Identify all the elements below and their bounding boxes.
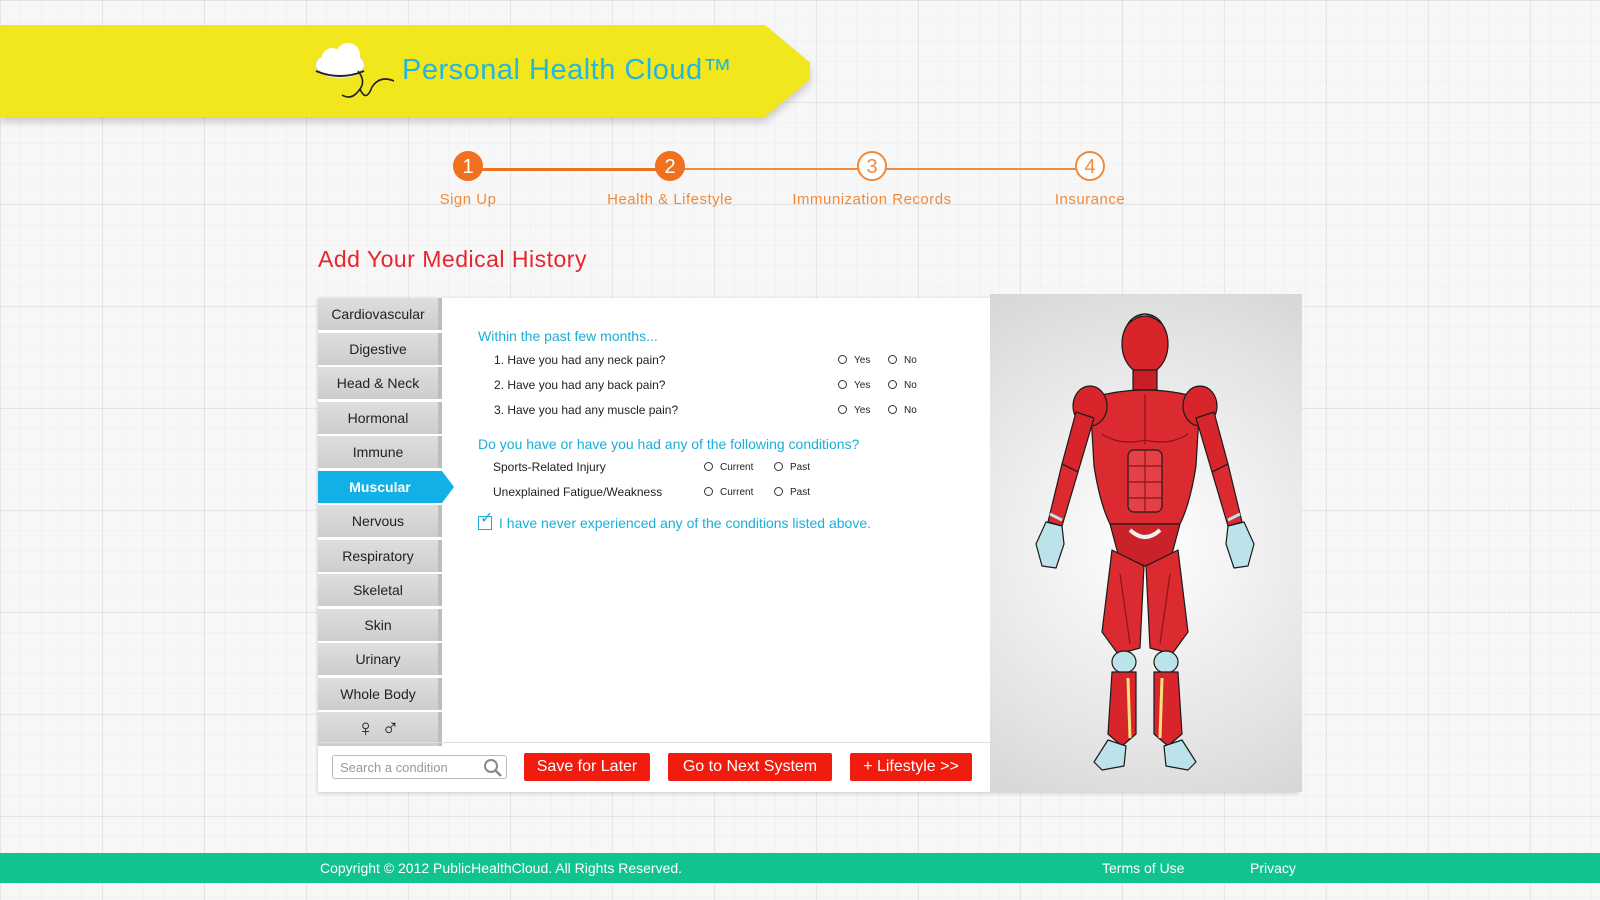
condition-text: Unexplained Fatigue/Weakness (493, 485, 663, 499)
systems-nav: Cardiovascular Digestive Head & Neck Hor… (318, 298, 454, 746)
radio-label: Current (720, 487, 754, 498)
condition-row: Unexplained Fatigue/Weakness Current Pas… (478, 480, 948, 505)
radio-current[interactable]: Current (704, 455, 753, 480)
radio-circle[interactable] (838, 355, 847, 364)
save-for-later-button[interactable]: Save for Later (524, 753, 650, 781)
nav-item-immune[interactable]: Immune (318, 436, 442, 468)
nav-item-nervous[interactable]: Nervous (318, 505, 442, 537)
search-input[interactable] (338, 759, 472, 776)
radio-yes[interactable]: Yes (838, 348, 870, 373)
cloud-stethoscope-icon (315, 43, 395, 98)
nav-item-cardiovascular[interactable]: Cardiovascular (318, 298, 442, 330)
radio-label: Current (720, 462, 754, 473)
step-number: 1 (453, 151, 483, 181)
never-label: I have never experienced any of the cond… (499, 515, 872, 531)
terms-link[interactable]: Terms of Use (1102, 860, 1184, 876)
search-icon[interactable] (483, 758, 503, 778)
question-form: Within the past few months... 1. Have yo… (478, 328, 948, 531)
radio-circle[interactable] (774, 462, 783, 471)
header-banner: Personal Health Cloud™ (0, 25, 810, 117)
radio-circle[interactable] (838, 380, 847, 389)
nav-item-respiratory[interactable]: Respiratory (318, 539, 442, 572)
search-box[interactable] (332, 755, 507, 779)
nav-item-hormonal[interactable]: Hormonal (318, 401, 442, 434)
questions-heading: Within the past few months... (478, 328, 658, 344)
step-number: 4 (1075, 151, 1105, 181)
radio-label: Yes (854, 380, 871, 391)
nav-item-muscular[interactable]: Muscular (318, 470, 454, 503)
radio-current[interactable]: Current (704, 480, 753, 505)
radio-yes[interactable]: Yes (838, 373, 870, 398)
nav-item-skin[interactable]: Skin (318, 608, 442, 641)
radio-label: Past (790, 462, 811, 473)
step-number: 2 (655, 151, 685, 181)
step-label: Health & Lifestyle (607, 191, 733, 208)
question-text: 3. Have you had any muscle pain? (494, 403, 679, 417)
copyright-text: Copyright © 2012 PublicHealthCloud. All … (320, 860, 683, 876)
condition-text: Sports-Related Injury (493, 460, 606, 474)
condition-row: Sports-Related Injury Current Past (478, 455, 948, 480)
radio-circle[interactable] (704, 462, 713, 471)
conditions-heading: Do you have or have you had any of the f… (478, 436, 860, 452)
radio-circle[interactable] (704, 487, 713, 496)
app-title[interactable]: Personal Health Cloud™ (402, 54, 732, 87)
radio-circle[interactable] (888, 405, 897, 414)
radio-past[interactable]: Past (774, 455, 810, 480)
question-row: 1. Have you had any neck pain? Yes No (478, 348, 948, 373)
radio-circle[interactable] (838, 405, 847, 414)
nav-item-skeletal[interactable]: Skeletal (318, 574, 442, 606)
radio-label: No (904, 355, 917, 366)
never-checkbox[interactable]: ✓ (478, 511, 493, 530)
step-number: 3 (857, 151, 887, 181)
question-row: 2. Have you had any back pain? Yes No (478, 373, 948, 398)
radio-no[interactable]: No (888, 398, 917, 423)
muscular-anatomy-image (990, 294, 1302, 792)
step-label: Insurance (1054, 191, 1126, 208)
footer: Copyright © 2012 PublicHealthCloud. All … (0, 853, 1600, 883)
page-title: Add Your Medical History (318, 246, 587, 272)
nav-item-urinary[interactable]: Urinary (318, 643, 442, 675)
radio-past[interactable]: Past (774, 480, 810, 505)
nav-item-digestive[interactable]: Digestive (318, 332, 442, 365)
radio-label: No (904, 405, 917, 416)
step-label: Sign Up (439, 191, 497, 208)
radio-label: Yes (854, 405, 871, 416)
step-insurance[interactable]: 4 Insurance (990, 148, 1190, 208)
radio-circle[interactable] (774, 487, 783, 496)
step-immunization-records[interactable]: 3 Immunization Records (772, 148, 972, 208)
step-sign-up[interactable]: 1 Sign Up (368, 148, 568, 208)
privacy-link[interactable]: Privacy (1250, 860, 1296, 876)
next-system-button[interactable]: Go to Next System (668, 753, 832, 781)
step-label: Immunization Records (792, 191, 952, 208)
action-bar: Save for Later Go to Next System + Lifes… (318, 742, 990, 792)
question-text: 2. Have you had any back pain? (494, 378, 666, 392)
lifestyle-button[interactable]: + Lifestyle >> (850, 753, 972, 781)
question-text: 1. Have you had any neck pain? (494, 353, 666, 367)
radio-label: Yes (854, 355, 871, 366)
radio-circle[interactable] (888, 355, 897, 364)
human-figure-icon (1035, 313, 1255, 771)
medical-history-panel: Cardiovascular Digestive Head & Neck Hor… (318, 294, 1302, 792)
radio-no[interactable]: No (888, 373, 917, 398)
radio-circle[interactable] (888, 380, 897, 389)
radio-no[interactable]: No (888, 348, 917, 373)
step-health-lifestyle[interactable]: 2 Health & Lifestyle (570, 148, 770, 208)
nav-item-head-neck[interactable]: Head & Neck (318, 367, 442, 399)
nav-item-whole-body[interactable]: Whole Body (318, 677, 442, 710)
radio-yes[interactable]: Yes (838, 398, 870, 423)
radio-label: Past (790, 487, 811, 498)
question-row: 3. Have you had any muscle pain? Yes No (478, 398, 948, 423)
never-experienced-option[interactable]: ✓ I have never experienced any of the con… (478, 511, 948, 531)
gender-toggle-icon[interactable]: ♀ ♂ (318, 712, 442, 746)
checkmark-icon: ✓ (480, 510, 494, 527)
progress-steps: 1 Sign Up 2 Health & Lifestyle 3 Immuniz… (440, 148, 1160, 218)
radio-label: No (904, 380, 917, 391)
